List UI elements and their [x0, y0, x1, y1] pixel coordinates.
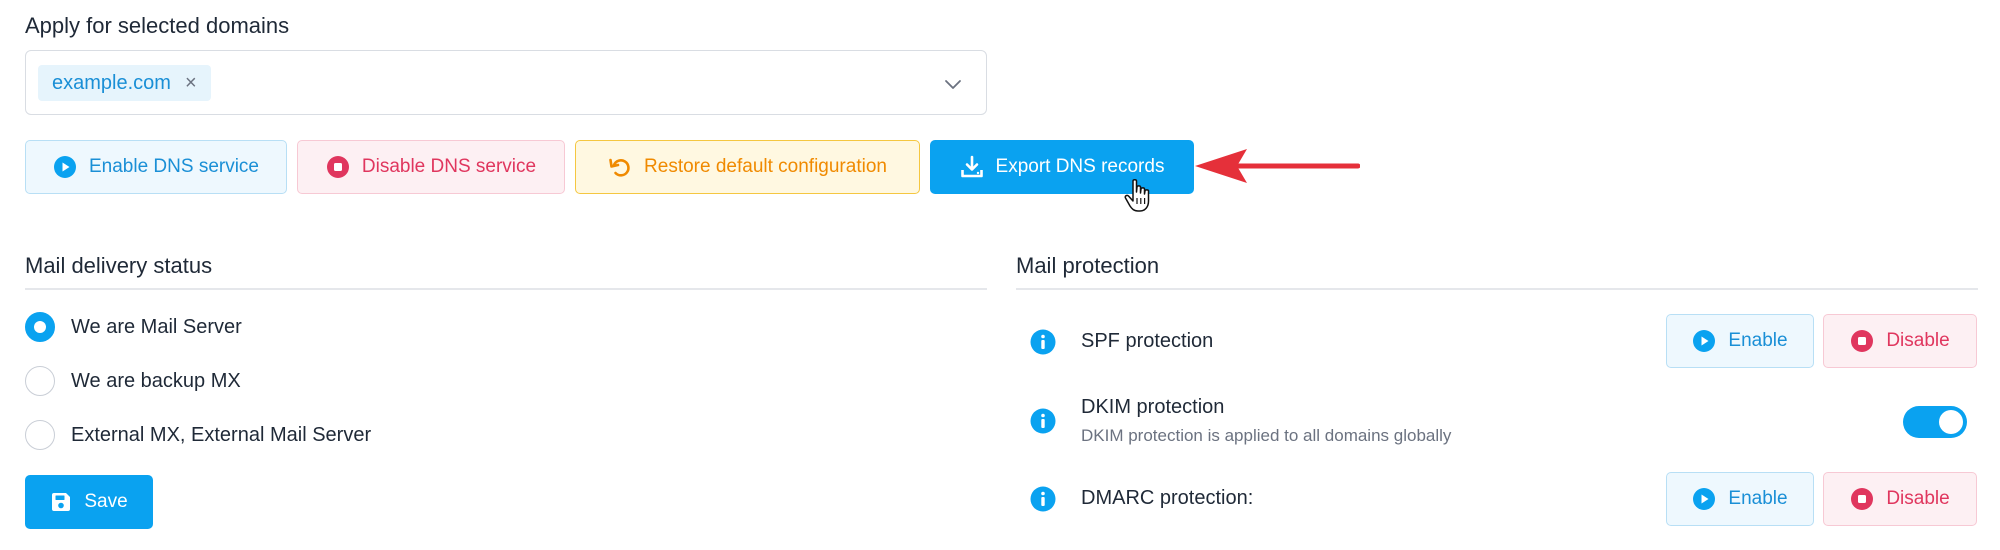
dkim-toggle[interactable] — [1903, 406, 1967, 438]
domain-tag-label: example.com — [52, 71, 171, 94]
stop-circle-icon — [326, 156, 349, 178]
export-dns-button[interactable]: Export DNS records — [930, 140, 1194, 194]
enable-dns-button[interactable]: Enable DNS service — [25, 140, 287, 194]
radio-label: We are Mail Server — [71, 315, 242, 338]
domain-tag: example.com × — [38, 65, 211, 101]
dmarc-enable-label: Enable — [1728, 488, 1788, 509]
undo-icon — [609, 158, 630, 177]
stop-circle-icon — [1851, 330, 1874, 352]
play-circle-icon — [1693, 488, 1716, 510]
dmarc-disable-label: Disable — [1886, 488, 1950, 509]
mail-delivery-title: Mail delivery status — [25, 253, 213, 278]
dkim-subtitle: DKIM protection is applied to all domain… — [1081, 426, 1452, 445]
mail-delivery-divider — [25, 288, 987, 290]
mail-protection-divider — [1016, 288, 1978, 290]
info-icon[interactable] — [1030, 408, 1056, 434]
save-label: Save — [84, 491, 128, 512]
radio-mail-server[interactable]: We are Mail Server — [25, 312, 242, 342]
dmarc-label: DMARC protection: — [1081, 487, 1254, 509]
radio-button[interactable] — [25, 420, 55, 450]
dmarc-disable-button[interactable]: Disable — [1823, 472, 1977, 526]
spf-enable-label: Enable — [1728, 330, 1788, 351]
spf-label: SPF protection — [1081, 330, 1214, 352]
mail-protection-title: Mail protection — [1016, 253, 1160, 278]
spf-enable-button[interactable]: Enable — [1666, 314, 1814, 368]
export-dns-label: Export DNS records — [995, 156, 1165, 177]
disable-dns-label: Disable DNS service — [361, 156, 537, 177]
download-icon — [960, 155, 983, 178]
radio-backup-mx[interactable]: We are backup MX — [25, 366, 241, 396]
domains-title: Apply for selected domains — [25, 13, 290, 38]
radio-label: We are backup MX — [71, 369, 241, 392]
dmarc-enable-button[interactable]: Enable — [1666, 472, 1814, 526]
dkim-label: DKIM protection — [1081, 396, 1225, 418]
disable-dns-button[interactable]: Disable DNS service — [297, 140, 565, 194]
red-arrow-annotation — [1195, 149, 1360, 183]
radio-label: External MX, External Mail Server — [71, 423, 372, 446]
enable-dns-label: Enable DNS service — [88, 156, 260, 177]
toggle-knob — [1939, 410, 1963, 434]
restore-default-button[interactable]: Restore default configuration — [575, 140, 920, 194]
radio-external-mx[interactable]: External MX, External Mail Server — [25, 420, 371, 450]
play-circle-icon — [1693, 330, 1716, 352]
info-icon[interactable] — [1030, 486, 1056, 512]
info-icon[interactable] — [1030, 329, 1056, 355]
stop-circle-icon — [1851, 488, 1874, 510]
radio-button[interactable] — [25, 366, 55, 396]
domain-select[interactable]: example.com × — [25, 50, 987, 115]
radio-button-checked[interactable] — [25, 312, 55, 342]
hand-cursor-icon — [1124, 178, 1150, 212]
play-circle-icon — [53, 156, 76, 178]
restore-default-label: Restore default configuration — [644, 156, 887, 177]
remove-tag-icon[interactable]: × — [185, 73, 197, 93]
floppy-disk-icon — [52, 493, 71, 511]
spf-disable-label: Disable — [1886, 330, 1950, 351]
chevron-down-icon[interactable] — [944, 75, 962, 93]
save-button[interactable]: Save — [25, 475, 153, 529]
spf-disable-button[interactable]: Disable — [1823, 314, 1977, 368]
